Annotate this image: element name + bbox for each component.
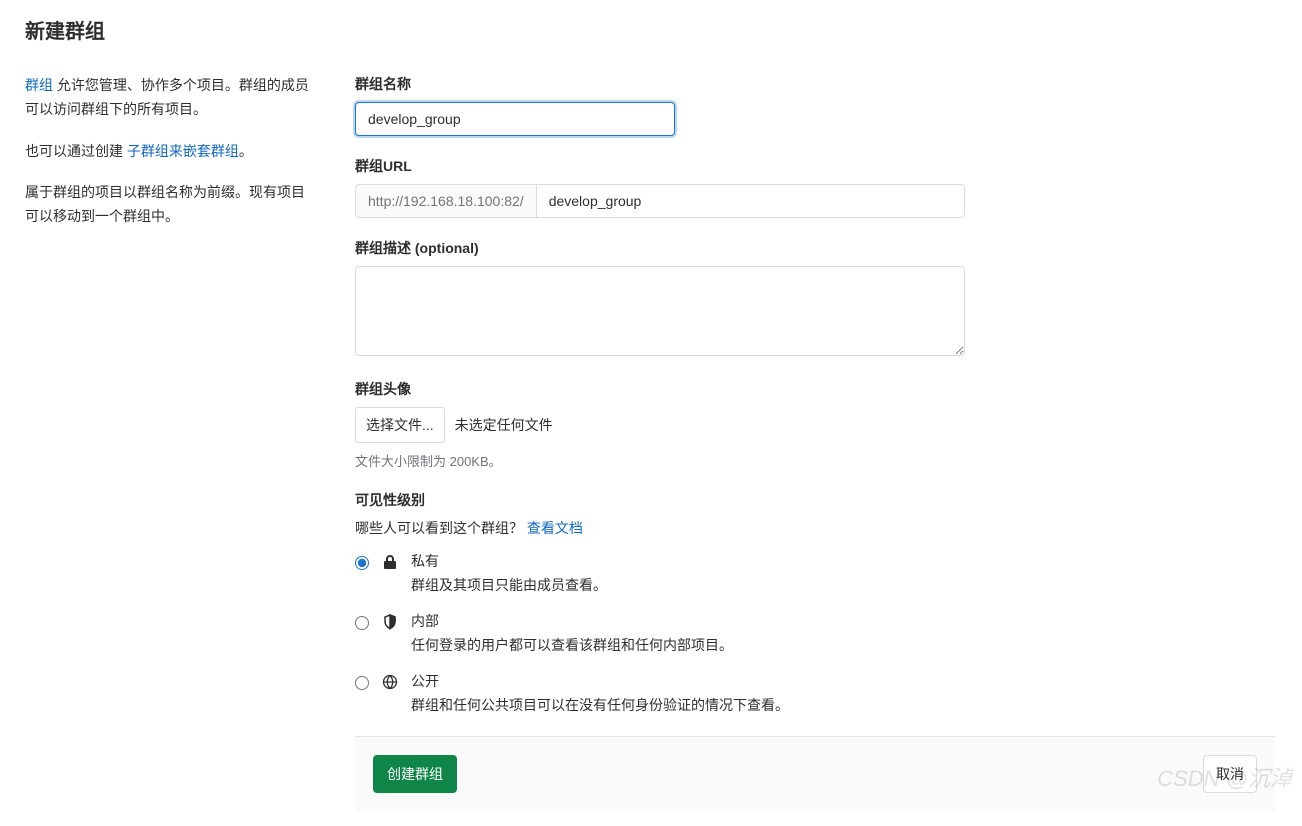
groups-link[interactable]: 群组	[25, 77, 53, 93]
public-desc: 群组和任何公共项目可以在没有任何身份验证的情况下查看。	[411, 694, 1275, 716]
radio-private[interactable]	[355, 556, 369, 570]
radio-public[interactable]	[355, 676, 369, 690]
group-desc-label: 群组描述 (optional)	[355, 238, 1275, 258]
visibility-option-private[interactable]: 私有 群组及其项目只能由成员查看。	[355, 552, 1275, 596]
visibility-option-public[interactable]: 公开 群组和任何公共项目可以在没有任何身份验证的情况下查看。	[355, 672, 1275, 716]
group-name-input[interactable]	[355, 102, 675, 136]
globe-icon	[381, 673, 399, 691]
private-desc: 群组及其项目只能由成员查看。	[411, 574, 1275, 596]
file-status-text: 未选定任何文件	[455, 415, 553, 435]
sidebar-para-3: 属于群组的项目以群组名称为前缀。现有项目可以移动到一个群组中。	[25, 181, 315, 229]
subgroup-link[interactable]: 子群组来嵌套群组	[127, 143, 239, 159]
create-group-button[interactable]: 创建群组	[373, 755, 457, 793]
private-title: 私有	[411, 552, 1275, 572]
cancel-button[interactable]: 取消	[1203, 755, 1257, 793]
shield-icon	[381, 613, 399, 631]
page-title: 新建群组	[25, 15, 1277, 44]
visibility-label: 可见性级别	[355, 490, 1275, 510]
visibility-subtext: 哪些人可以看到这个群组？ 查看文档	[355, 518, 1275, 538]
url-prefix: http://192.168.18.100:82/	[355, 184, 536, 218]
info-sidebar: 群组 允许您管理、协作多个项目。群组的成员可以访问群组下的所有项目。 也可以通过…	[25, 74, 315, 811]
file-size-hint: 文件大小限制为 200KB。	[355, 451, 1275, 470]
lock-icon	[381, 553, 399, 571]
internal-desc: 任何登录的用户都可以查看该群组和任何内部项目。	[411, 634, 1275, 656]
group-avatar-label: 群组头像	[355, 379, 1275, 399]
group-url-label: 群组URL	[355, 156, 1275, 176]
view-docs-link[interactable]: 查看文档	[527, 520, 583, 536]
internal-title: 内部	[411, 612, 1275, 632]
group-desc-textarea[interactable]	[355, 266, 965, 356]
group-url-input[interactable]	[536, 184, 965, 218]
radio-internal[interactable]	[355, 616, 369, 630]
form-footer: 创建群组 取消	[355, 736, 1275, 811]
visibility-option-internal[interactable]: 内部 任何登录的用户都可以查看该群组和任何内部项目。	[355, 612, 1275, 656]
sidebar-para-2: 也可以通过创建 子群组来嵌套群组。	[25, 140, 315, 164]
public-title: 公开	[411, 672, 1275, 692]
group-name-label: 群组名称	[355, 74, 1275, 94]
sidebar-para-1: 群组 允许您管理、协作多个项目。群组的成员可以访问群组下的所有项目。	[25, 74, 315, 122]
choose-file-button[interactable]: 选择文件...	[355, 407, 445, 443]
